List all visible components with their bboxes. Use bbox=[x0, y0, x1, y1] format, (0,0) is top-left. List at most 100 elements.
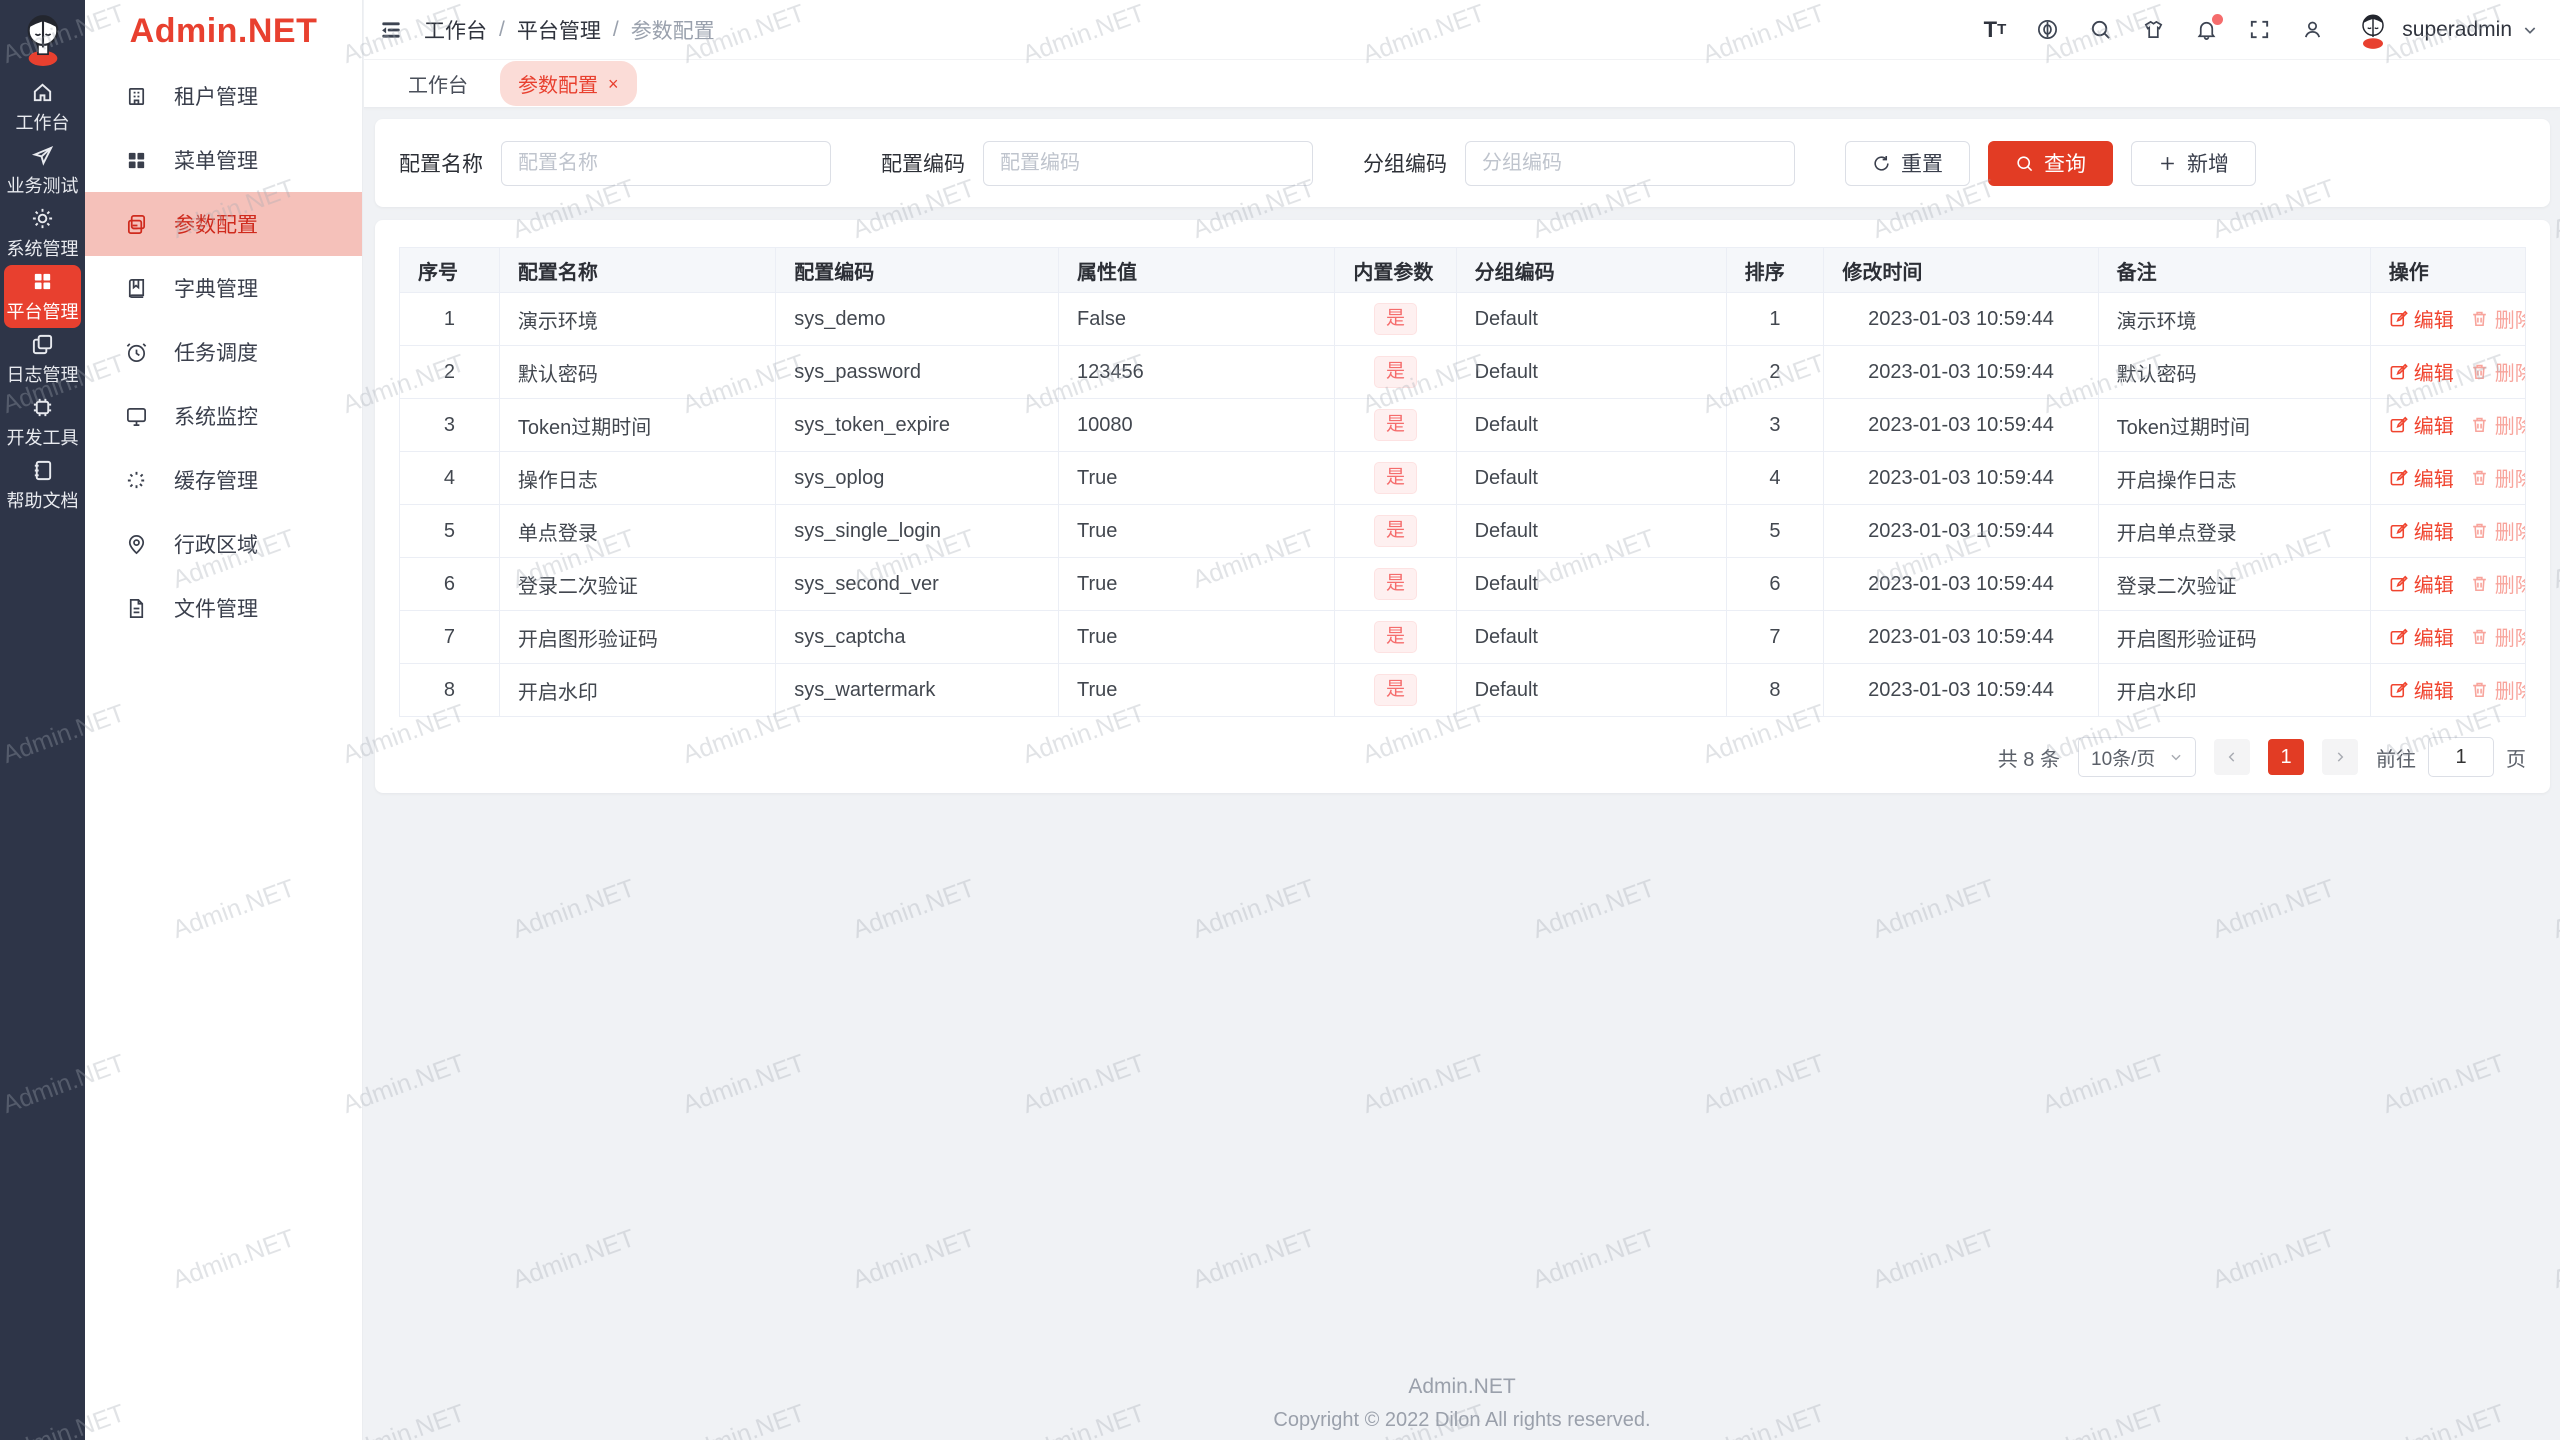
cell-seq: 1 bbox=[399, 292, 500, 346]
edit-button[interactable]: 编辑 bbox=[2389, 569, 2454, 598]
app-logo[interactable] bbox=[0, 0, 85, 70]
cell-config-code: sys_oplog bbox=[775, 451, 1060, 505]
breadcrumb-item-current: 参数配置 bbox=[630, 19, 715, 43]
cell-actions: 编辑删除 bbox=[2369, 345, 2527, 399]
cell-value: True bbox=[1058, 663, 1336, 717]
pagination: 共 8 条 10条/页 1 前往 页 bbox=[399, 737, 2526, 777]
tab-workbench[interactable]: 工作台 bbox=[390, 61, 486, 106]
chevron-down-icon bbox=[2171, 754, 2181, 761]
fullscreen-button[interactable] bbox=[2248, 18, 2271, 41]
search-button[interactable] bbox=[2089, 18, 2112, 41]
edit-icon bbox=[2390, 310, 2408, 327]
font-size-button[interactable]: TT bbox=[1984, 17, 2007, 43]
sidebar-item-menu-mgmt[interactable]: 菜单管理 bbox=[85, 128, 362, 192]
table-header-row: 序号 配置名称 配置编码 属性值 内置参数 分组编码 排序 修改时间 备注 操作 bbox=[399, 247, 2527, 293]
rail-item-system-mgmt[interactable]: 系统管理 bbox=[4, 202, 81, 265]
monitor-icon bbox=[127, 407, 146, 426]
rail-item-help-docs[interactable]: 帮助文档 bbox=[4, 454, 81, 517]
cell-config-name: 单点登录 bbox=[498, 504, 777, 558]
reset-button[interactable]: 重置 bbox=[1845, 140, 1970, 186]
builtin-yes-tag: 是 bbox=[1374, 514, 1418, 548]
breadcrumb-item[interactable]: 工作台 bbox=[424, 15, 487, 45]
delete-button[interactable]: 删除 bbox=[2470, 304, 2524, 333]
sidebar-item-cache-mgmt[interactable]: 缓存管理 bbox=[85, 448, 362, 512]
user-menu[interactable]: superadmin bbox=[2354, 10, 2538, 50]
delete-button[interactable]: 删除 bbox=[2470, 463, 2524, 492]
delete-icon bbox=[2472, 682, 2486, 698]
cell-config-name: 演示环境 bbox=[498, 292, 777, 346]
notifications-button[interactable] bbox=[2195, 14, 2224, 41]
group-code-input[interactable] bbox=[1465, 140, 1795, 186]
delete-button[interactable]: 删除 bbox=[2470, 410, 2524, 439]
rail-item-workbench[interactable]: 工作台 bbox=[4, 76, 81, 139]
close-tab-icon[interactable]: × bbox=[608, 75, 619, 93]
cell-seq: 8 bbox=[399, 663, 500, 717]
sidebar-item-dict-mgmt[interactable]: 字典管理 bbox=[85, 256, 362, 320]
cell-seq: 5 bbox=[399, 504, 500, 558]
collapse-menu-button[interactable] bbox=[378, 17, 404, 43]
edit-icon bbox=[2390, 416, 2408, 433]
delete-button[interactable]: 删除 bbox=[2470, 357, 2524, 386]
goto-page-input[interactable] bbox=[2428, 737, 2494, 777]
profile-button[interactable] bbox=[2301, 18, 2324, 41]
delete-button[interactable]: 删除 bbox=[2470, 569, 2524, 598]
edit-button[interactable]: 编辑 bbox=[2389, 463, 2454, 492]
prev-page-button[interactable] bbox=[2214, 739, 2250, 775]
edit-button[interactable]: 编辑 bbox=[2389, 357, 2454, 386]
sidebar-item-label: 系统监控 bbox=[174, 406, 258, 429]
cell-config-code: sys_demo bbox=[775, 292, 1060, 346]
edit-button[interactable]: 编辑 bbox=[2389, 304, 2454, 333]
delete-button[interactable]: 删除 bbox=[2470, 622, 2524, 651]
cell-config-code: sys_password bbox=[775, 345, 1060, 399]
grid-icon bbox=[34, 273, 51, 289]
rail-item-business-test[interactable]: 业务测试 bbox=[4, 139, 81, 202]
sidebar-item-file-mgmt[interactable]: 文件管理 bbox=[85, 576, 362, 640]
sidebar-item-tenant-mgmt[interactable]: 租户管理 bbox=[85, 64, 362, 128]
rail-item-dev-tools[interactable]: 开发工具 bbox=[4, 391, 81, 454]
sidebar-item-system-monitor[interactable]: 系统监控 bbox=[85, 384, 362, 448]
search-submit-button[interactable]: 查询 bbox=[1988, 140, 2113, 186]
add-button[interactable]: 新增 bbox=[2131, 140, 2256, 186]
edit-button[interactable]: 编辑 bbox=[2389, 516, 2454, 545]
delete-button[interactable]: 删除 bbox=[2470, 516, 2524, 545]
cell-remark: 开启单点登录 bbox=[2097, 504, 2371, 558]
cell-modified-time: 2023-01-03 10:59:44 bbox=[1823, 557, 2099, 611]
secondary-sidebar: Admin.NET 租户管理 菜单管理 参数配置 字典管理 任务调度 系统监控 … bbox=[85, 0, 363, 1440]
sidebar-item-param-config[interactable]: 参数配置 bbox=[85, 192, 362, 256]
cell-seq: 2 bbox=[399, 345, 500, 399]
sidebar-item-admin-region[interactable]: 行政区域 bbox=[85, 512, 362, 576]
avatar bbox=[2362, 14, 2385, 49]
rail-item-log-mgmt[interactable]: 日志管理 bbox=[4, 328, 81, 391]
theme-button[interactable] bbox=[2142, 18, 2165, 41]
language-switch-button[interactable] bbox=[2036, 18, 2059, 41]
edit-button[interactable]: 编辑 bbox=[2389, 675, 2454, 704]
breadcrumb-separator: / bbox=[499, 17, 505, 41]
delete-icon bbox=[2472, 470, 2486, 486]
cell-modified-time: 2023-01-03 10:59:44 bbox=[1823, 451, 2099, 505]
page-number-button[interactable]: 1 bbox=[2268, 739, 2304, 775]
app-window: 工作台 业务测试 系统管理 平台管理 日志管理 开发工具 帮助文档 Admin.… bbox=[0, 0, 2560, 1440]
breadcrumb-item[interactable]: 平台管理 bbox=[517, 15, 601, 45]
chevron-down-icon bbox=[2524, 26, 2536, 34]
cell-value: 123456 bbox=[1058, 345, 1336, 399]
edit-button[interactable]: 编辑 bbox=[2389, 622, 2454, 651]
config-code-input[interactable] bbox=[983, 140, 1313, 186]
next-page-button[interactable] bbox=[2322, 739, 2358, 775]
delete-button[interactable]: 删除 bbox=[2470, 675, 2524, 704]
cell-remark: 演示环境 bbox=[2097, 292, 2371, 346]
cell-actions: 编辑删除 bbox=[2369, 451, 2527, 505]
rail-item-platform-mgmt[interactable]: 平台管理 bbox=[4, 265, 81, 328]
sidebar-logo-text[interactable]: Admin.NET bbox=[85, 0, 362, 62]
edit-button[interactable]: 编辑 bbox=[2389, 410, 2454, 439]
menu-fold-icon bbox=[382, 21, 400, 38]
sidebar-item-task-schedule[interactable]: 任务调度 bbox=[85, 320, 362, 384]
page-size-select[interactable]: 10条/页 bbox=[2078, 737, 2196, 777]
col-value: 属性值 bbox=[1058, 247, 1336, 293]
cell-group-code: Default bbox=[1455, 610, 1727, 664]
delete-icon bbox=[2472, 629, 2486, 645]
cell-builtin: 是 bbox=[1334, 663, 1457, 717]
tab-param-config[interactable]: 参数配置 × bbox=[500, 61, 637, 106]
book-icon bbox=[128, 278, 145, 298]
config-name-input[interactable] bbox=[501, 140, 831, 186]
table-row: 3 Token过期时间 sys_token_expire 10080 是 Default 3… bbox=[399, 398, 2527, 452]
